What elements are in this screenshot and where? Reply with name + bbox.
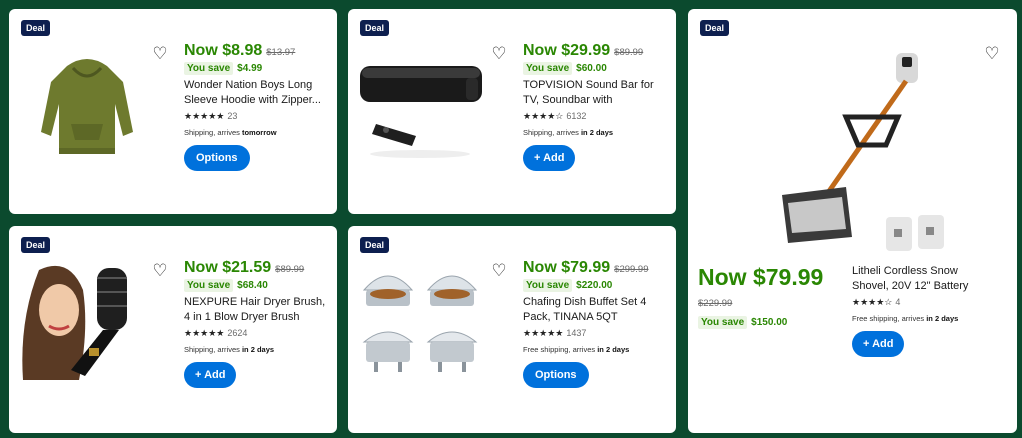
- rating-count: 1437: [566, 328, 587, 338]
- save-amount: $4.99: [237, 63, 263, 74]
- rating-stars: ★★★★★: [184, 111, 225, 121]
- soundbar-image[interactable]: [356, 54, 484, 164]
- favorite-heart-icon[interactable]: ♡: [490, 262, 508, 280]
- options-button[interactable]: Options: [184, 145, 250, 171]
- product-card-snow-shovel[interactable]: Deal ♡ Now $79.99 $229.99 You save $150.0…: [688, 9, 1017, 433]
- old-price: $299.99: [614, 264, 649, 275]
- shipping-info: Free shipping, arrives in 2 days: [852, 314, 959, 323]
- old-price: $229.99: [698, 298, 733, 309]
- save-amount: $60.00: [576, 63, 607, 74]
- deal-badge: Deal: [700, 20, 730, 36]
- product-title[interactable]: Wonder Nation Boys Long Sleeve Hoodie wi…: [184, 78, 329, 108]
- old-price: $13.97: [266, 47, 296, 58]
- now-price: Now $21.59: [184, 259, 272, 276]
- product-card-chafing-dish[interactable]: Deal ♡ Now $79.99 $299.99 You save $220.00…: [348, 226, 676, 433]
- options-button[interactable]: Options: [523, 362, 589, 388]
- you-save-label: You save: [523, 279, 573, 292]
- favorite-heart-icon[interactable]: ♡: [151, 45, 169, 63]
- deal-badge: Deal: [360, 20, 390, 36]
- deal-badge: Deal: [21, 237, 51, 253]
- favorite-heart-icon[interactable]: ♡: [151, 262, 169, 280]
- product-title[interactable]: Chafing Dish Buffet Set 4 Pack, TINANA 5…: [523, 295, 668, 325]
- rating-stars: ★★★★☆: [852, 297, 893, 307]
- favorite-heart-icon[interactable]: ♡: [983, 45, 1001, 63]
- chafing-dish-image[interactable]: [358, 260, 488, 380]
- now-price: Now $8.98: [184, 42, 263, 59]
- product-card-hair-dryer[interactable]: Deal ♡ Now $21.59 $89.99 You save $68.40 N…: [9, 226, 337, 433]
- shipping-info: Free shipping, arrives in 2 days: [523, 345, 630, 354]
- snow-shovel-image[interactable]: [768, 47, 968, 257]
- save-amount: $68.40: [237, 280, 268, 291]
- you-save-label: You save: [184, 279, 234, 292]
- product-card-soundbar[interactable]: Deal ♡ Now $29.99 $89.99 You save $60.00 T…: [348, 9, 676, 214]
- rating-stars: ★★★★★: [523, 328, 564, 338]
- shipping-info: Shipping, arrives tomorrow: [184, 128, 277, 137]
- rating-count: 4: [895, 297, 901, 307]
- rating-stars: ★★★★★: [184, 328, 225, 338]
- you-save-label: You save: [523, 62, 573, 75]
- now-price: Now $29.99: [523, 42, 611, 59]
- rating-count: 6132: [566, 111, 587, 121]
- now-price: Now $79.99: [523, 259, 611, 276]
- rating-count: 23: [227, 111, 238, 121]
- product-title[interactable]: NEXPURE Hair Dryer Brush, 4 in 1 Blow Dr…: [184, 295, 329, 325]
- product-title[interactable]: Litheli Cordless Snow Shovel, 20V 12" Ba…: [852, 264, 997, 294]
- now-price: Now $79.99: [698, 264, 824, 290]
- product-card-hoodie[interactable]: Deal ♡ Now $8.98 $13.97 You save $4.99 Won…: [9, 9, 337, 214]
- shipping-info: Shipping, arrives in 2 days: [184, 345, 275, 354]
- deal-badge: Deal: [360, 237, 390, 253]
- rating-count: 2624: [227, 328, 248, 338]
- you-save-label: You save: [184, 62, 234, 75]
- hoodie-image[interactable]: [37, 54, 137, 159]
- old-price: $89.99: [614, 47, 644, 58]
- save-amount: $150.00: [751, 317, 788, 328]
- you-save-label: You save: [698, 316, 748, 329]
- hair-dryer-brush-image[interactable]: [19, 260, 149, 380]
- rating-stars: ★★★★☆: [523, 111, 564, 121]
- add-to-cart-button[interactable]: + Add: [523, 145, 576, 171]
- favorite-heart-icon[interactable]: ♡: [490, 45, 508, 63]
- add-to-cart-button[interactable]: + Add: [184, 362, 237, 388]
- save-amount: $220.00: [576, 280, 613, 291]
- shipping-info: Shipping, arrives in 2 days: [523, 128, 614, 137]
- old-price: $89.99: [275, 264, 305, 275]
- add-to-cart-button[interactable]: + Add: [852, 331, 905, 357]
- deal-badge: Deal: [21, 20, 51, 36]
- product-title[interactable]: TOPVISION Sound Bar for TV, Soundbar wit…: [523, 78, 668, 108]
